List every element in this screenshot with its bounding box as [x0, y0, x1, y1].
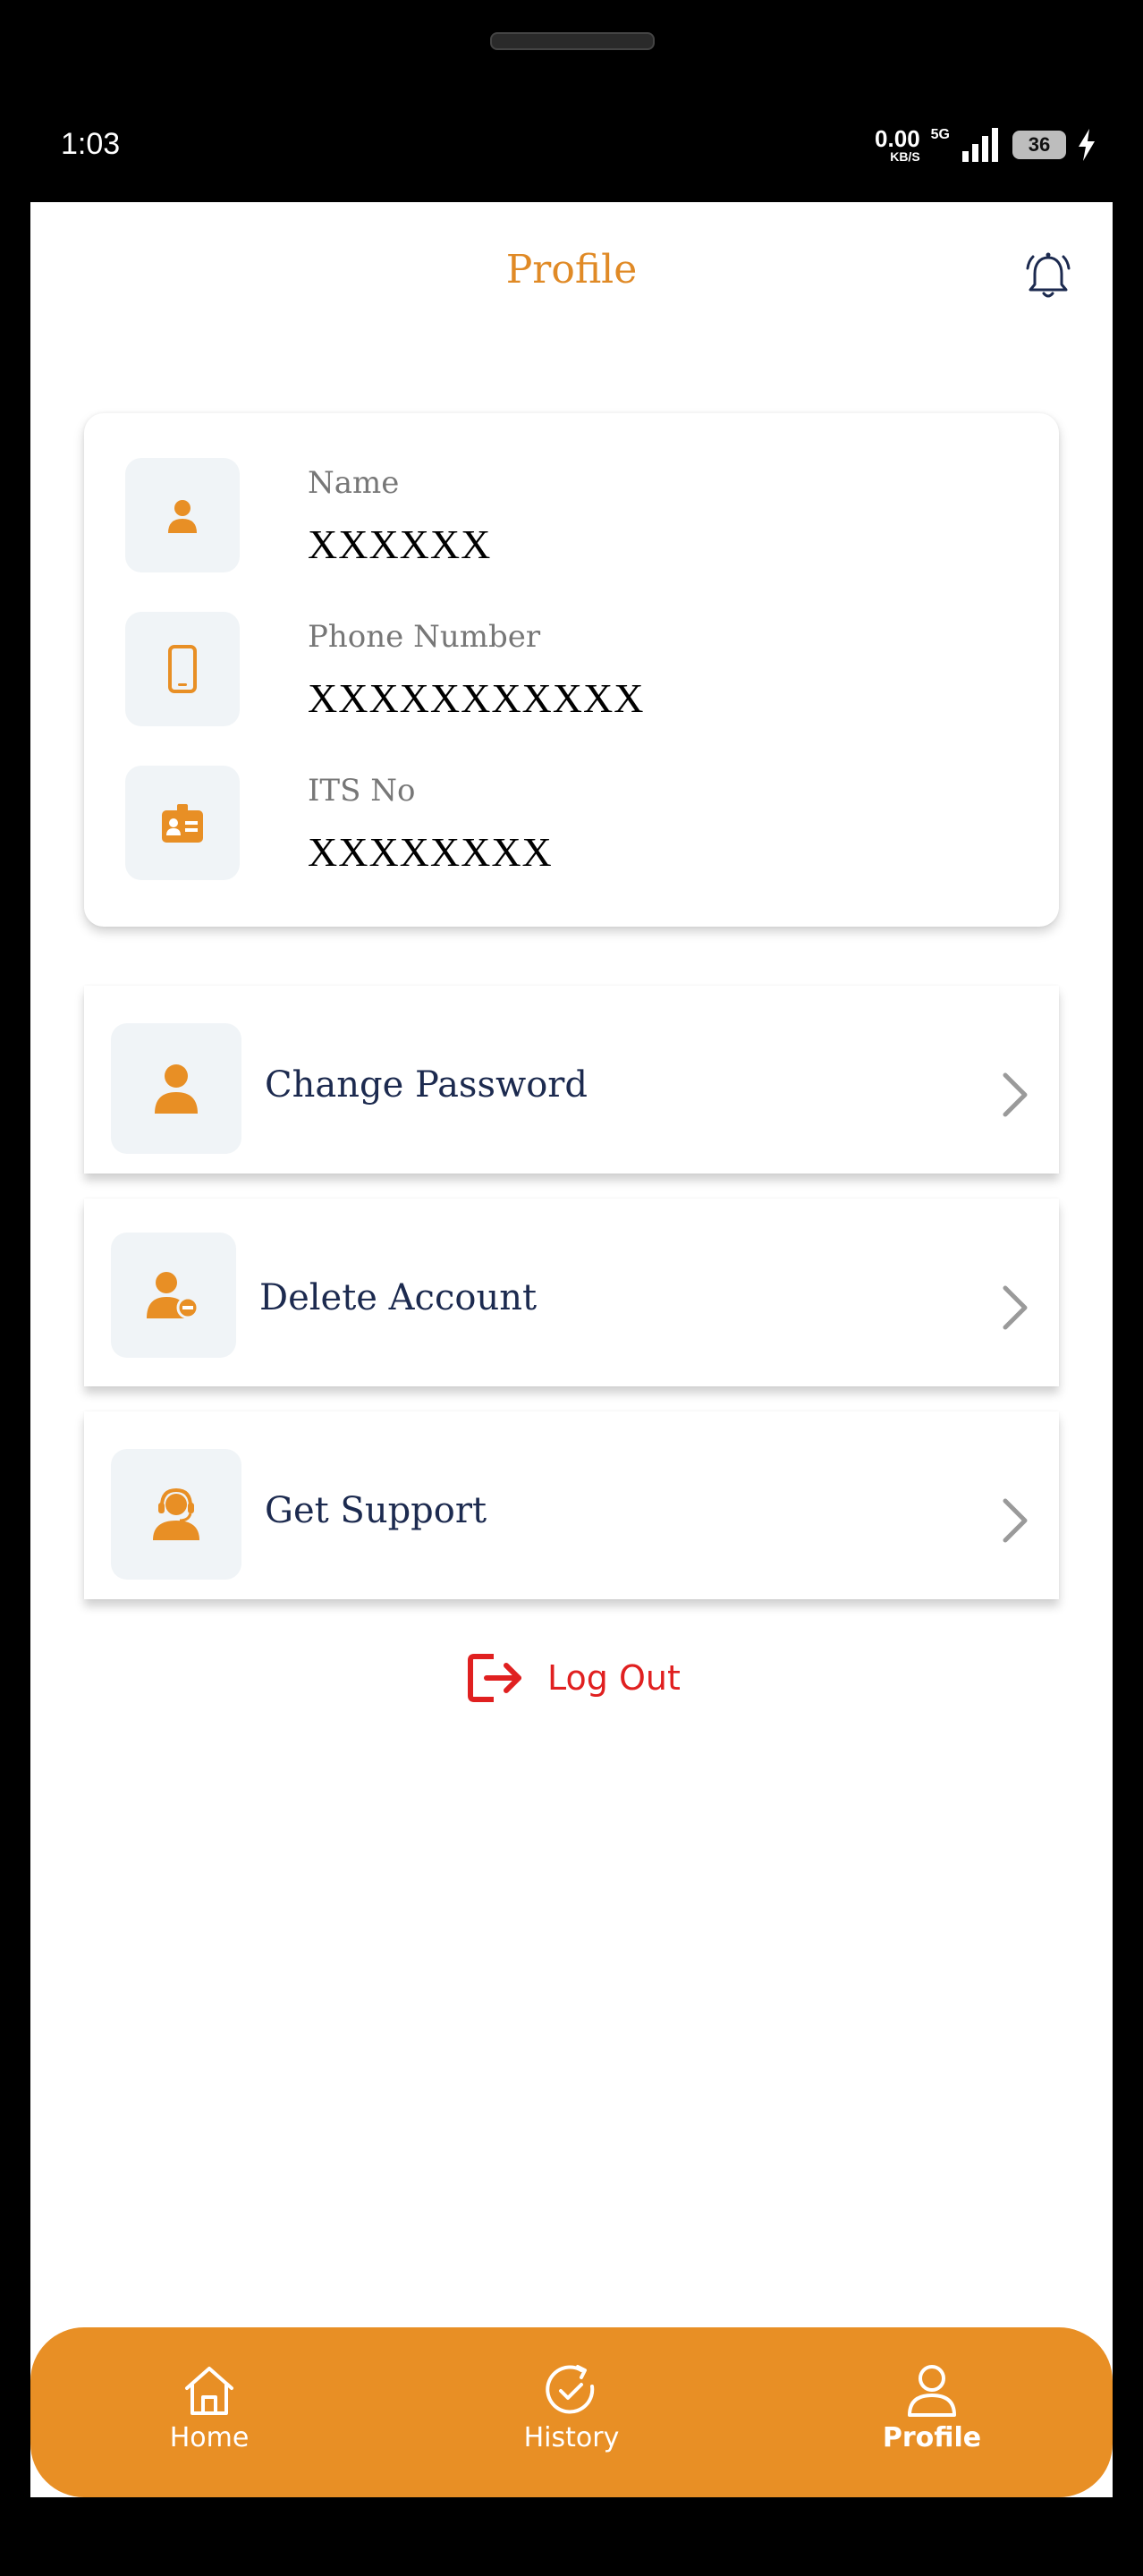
network-type: 5G	[930, 127, 950, 142]
status-icons: 0.00 KB/S 5G 36	[875, 125, 1096, 165]
nav-profile-label: Profile	[882, 2422, 982, 2453]
name-value: XXXXXX	[308, 521, 492, 567]
bottom-nav: Home History Profile	[30, 2327, 1113, 2497]
phone-icon	[168, 645, 197, 693]
network-speed: 0.00 KB/S	[875, 127, 920, 163]
name-icon-box	[125, 458, 240, 572]
logout-button[interactable]: Log Out	[467, 1651, 681, 1705]
app-screen: Profile Name XXXXXX Phone Number XXXXXXX…	[30, 202, 1113, 2497]
page-title: Profile	[505, 247, 638, 292]
logout-icon	[468, 1654, 521, 1702]
battery-level: 36	[1028, 133, 1051, 156]
bell-icon[interactable]	[1020, 249, 1077, 306]
earpiece-speaker	[490, 32, 655, 50]
get-support-label: Get Support	[265, 1490, 487, 1531]
network-speed-value: 0.00	[875, 125, 920, 152]
battery-icon: 36	[1012, 131, 1066, 159]
phone-icon-box	[125, 612, 240, 726]
phone-row: Phone Number XXXXXXXXXXX	[125, 612, 1020, 728]
phone-frame: 1:03 0.00 KB/S 5G 36 Profile Name XXXXXX…	[0, 0, 1143, 2576]
delete-account-icon-box	[111, 1233, 236, 1358]
its-label: ITS No	[308, 773, 416, 809]
chevron-right-icon	[1003, 1498, 1028, 1543]
support-agent-icon	[153, 1487, 199, 1540]
status-time: 1:03	[61, 127, 121, 161]
its-row: ITS No XXXXXXXX	[125, 766, 1020, 882]
charging-icon	[1079, 129, 1095, 161]
nav-history-label: History	[523, 2422, 620, 2453]
change-password-label: Change Password	[265, 1064, 588, 1106]
get-support-button[interactable]: Get Support	[84, 1411, 1059, 1599]
history-icon	[546, 2365, 595, 2414]
user-remove-icon	[147, 1272, 199, 1319]
profile-info-card: Name XXXXXX Phone Number XXXXXXXXXXX ITS…	[84, 413, 1059, 927]
name-label: Name	[308, 465, 400, 501]
chevron-right-icon	[1003, 1072, 1028, 1117]
nav-history[interactable]: History	[473, 2363, 670, 2453]
nav-profile[interactable]: Profile	[834, 2363, 1030, 2453]
its-value: XXXXXXXX	[308, 829, 553, 875]
get-support-icon-box	[111, 1449, 241, 1580]
change-password-button[interactable]: Change Password	[84, 986, 1059, 1174]
its-icon-box	[125, 766, 240, 880]
phone-value: XXXXXXXXXXX	[308, 675, 645, 721]
signal-icon	[962, 128, 998, 162]
network-speed-unit: KB/S	[890, 149, 920, 164]
user-icon	[168, 500, 197, 533]
profile-icon	[908, 2365, 956, 2417]
id-badge-icon	[162, 804, 203, 843]
delete-account-button[interactable]: Delete Account	[84, 1199, 1059, 1386]
phone-label: Phone Number	[308, 619, 541, 655]
chevron-right-icon	[1003, 1285, 1028, 1330]
change-password-icon-box	[111, 1023, 241, 1154]
name-row: Name XXXXXX	[125, 458, 1020, 574]
user-icon	[155, 1064, 198, 1114]
logout-label: Log Out	[547, 1658, 681, 1698]
home-icon	[185, 2367, 233, 2415]
delete-account-label: Delete Account	[259, 1277, 538, 1318]
nav-home-label: Home	[169, 2422, 250, 2453]
nav-home[interactable]: Home	[111, 2363, 308, 2453]
